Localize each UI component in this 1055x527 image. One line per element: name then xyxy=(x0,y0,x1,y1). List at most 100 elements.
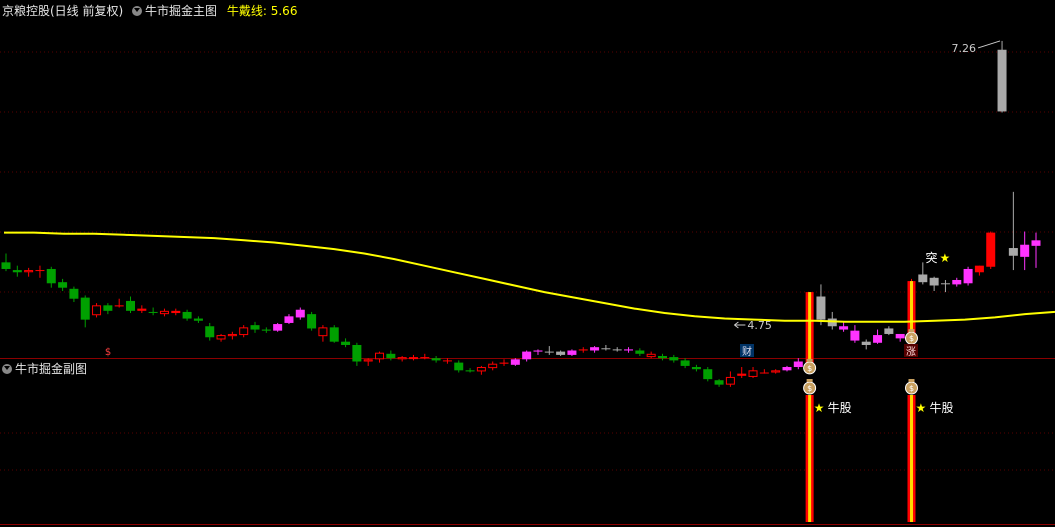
money-bag-icon-dollar: $ xyxy=(807,364,812,373)
candle-body xyxy=(533,350,543,352)
candle-body xyxy=(476,367,486,372)
candle-body xyxy=(669,357,679,361)
candle-body xyxy=(635,350,645,354)
candle-body xyxy=(759,372,769,374)
candle-body xyxy=(974,265,984,273)
candle-body xyxy=(522,351,532,360)
candle-body xyxy=(216,335,226,340)
candle-body xyxy=(691,367,701,370)
candle-body xyxy=(657,356,667,359)
candle-body xyxy=(590,347,600,351)
candle-body xyxy=(884,328,894,334)
candle-body xyxy=(510,359,520,365)
candle-body xyxy=(544,351,554,353)
candle-body xyxy=(250,325,260,330)
sub-signal-label: 牛股 xyxy=(828,400,852,415)
candle-body xyxy=(952,279,962,285)
candle-body xyxy=(454,362,464,371)
candle-body xyxy=(12,270,22,273)
candle-body xyxy=(420,357,430,359)
candle-body xyxy=(839,326,849,330)
candle-body xyxy=(465,370,475,372)
candle-body xyxy=(363,359,373,362)
candle-body xyxy=(193,318,203,321)
candle-body xyxy=(114,305,124,307)
money-bag-icon-dollar: $ xyxy=(909,334,914,343)
candle-body xyxy=(601,348,611,350)
candle-body xyxy=(442,360,452,362)
sub-money-bag-icon-top xyxy=(806,379,813,382)
sub-star-icon: ★ xyxy=(915,401,926,415)
candle-body xyxy=(227,333,237,337)
cai-marker: 财 xyxy=(742,345,752,358)
main-header: 京粮控股(日线 前复权) 牛市掘金主图 牛戴线: 5.66 xyxy=(2,3,297,19)
candle-body xyxy=(680,360,690,366)
candle-body xyxy=(499,362,509,364)
stock-chart: 7.26 4.75 $ $ 突 ★ $ 财涨 $ ★ 牛股 $ ★ 牛股 京粮控股(日线 前复权) 牛市掘… xyxy=(0,0,1055,527)
candle-body xyxy=(816,296,826,320)
candle-body xyxy=(92,305,102,316)
candle-body xyxy=(737,373,747,376)
candle-body xyxy=(126,300,136,311)
money-bag-icon-top xyxy=(806,358,813,362)
ma-line xyxy=(4,231,1055,323)
candle-body xyxy=(239,327,249,336)
dollar-marker: $ xyxy=(105,347,111,358)
candle-body xyxy=(986,232,996,267)
candle-body xyxy=(46,268,56,284)
candle-body xyxy=(408,357,418,360)
zhang-marker: 涨 xyxy=(906,346,916,358)
breakthrough-label: 突 xyxy=(925,250,937,265)
signal-candle-core xyxy=(909,281,913,334)
candle-body xyxy=(24,270,34,273)
candle-body xyxy=(307,314,317,329)
candle-body xyxy=(556,351,566,355)
candle-body xyxy=(295,309,305,318)
candle-body xyxy=(771,370,781,373)
candle-body xyxy=(612,349,622,351)
candle-body xyxy=(35,270,45,272)
sub-indicator-toggle-icon[interactable] xyxy=(2,364,12,374)
candle-body xyxy=(748,370,758,377)
candle-body xyxy=(386,353,396,359)
sub-indicator-label[interactable]: 牛市掘金副图 xyxy=(15,362,87,376)
candle-body xyxy=(352,344,362,362)
candle-body xyxy=(850,330,860,341)
candle-body xyxy=(182,311,192,319)
candle-body xyxy=(318,327,328,337)
high-label: 7.26 xyxy=(952,42,977,55)
candle-body xyxy=(873,335,883,343)
candle-body xyxy=(103,305,113,311)
sub-signal-bar-core xyxy=(808,395,812,522)
chart-canvas: 7.264.75$$突 ★$ 财涨$★ 牛股$★ 牛股 xyxy=(0,40,1055,525)
candle-body xyxy=(918,274,928,283)
candle-body xyxy=(488,363,498,369)
sub-signal-label: 牛股 xyxy=(929,400,953,415)
candle-body xyxy=(273,324,283,331)
candle-body xyxy=(567,350,577,355)
candle-body xyxy=(284,316,294,323)
sub-header: 牛市掘金副图 xyxy=(2,361,87,377)
high-arrow xyxy=(977,40,1001,49)
candle-body xyxy=(725,376,735,385)
signal-candle-core xyxy=(808,292,812,365)
candle-body xyxy=(929,277,939,286)
candle-body xyxy=(69,288,79,299)
low-label: 4.75 xyxy=(747,319,772,332)
money-bag-icon-top xyxy=(908,329,915,333)
candle-body xyxy=(80,297,90,320)
main-indicator-toggle-icon[interactable] xyxy=(132,6,143,16)
candle-body xyxy=(1008,248,1018,256)
candle-body xyxy=(431,358,441,361)
candle-body xyxy=(58,282,68,288)
candle-body xyxy=(375,352,385,360)
candle-body xyxy=(963,268,973,284)
candle-body xyxy=(997,49,1007,112)
candle-body xyxy=(895,333,905,339)
candle-body xyxy=(782,367,792,371)
candle-body xyxy=(397,357,407,360)
candle-body xyxy=(714,380,724,385)
main-indicator-label[interactable]: 牛市掘金主图 xyxy=(145,4,217,18)
candle-body xyxy=(148,311,158,313)
candle-body xyxy=(624,349,634,351)
